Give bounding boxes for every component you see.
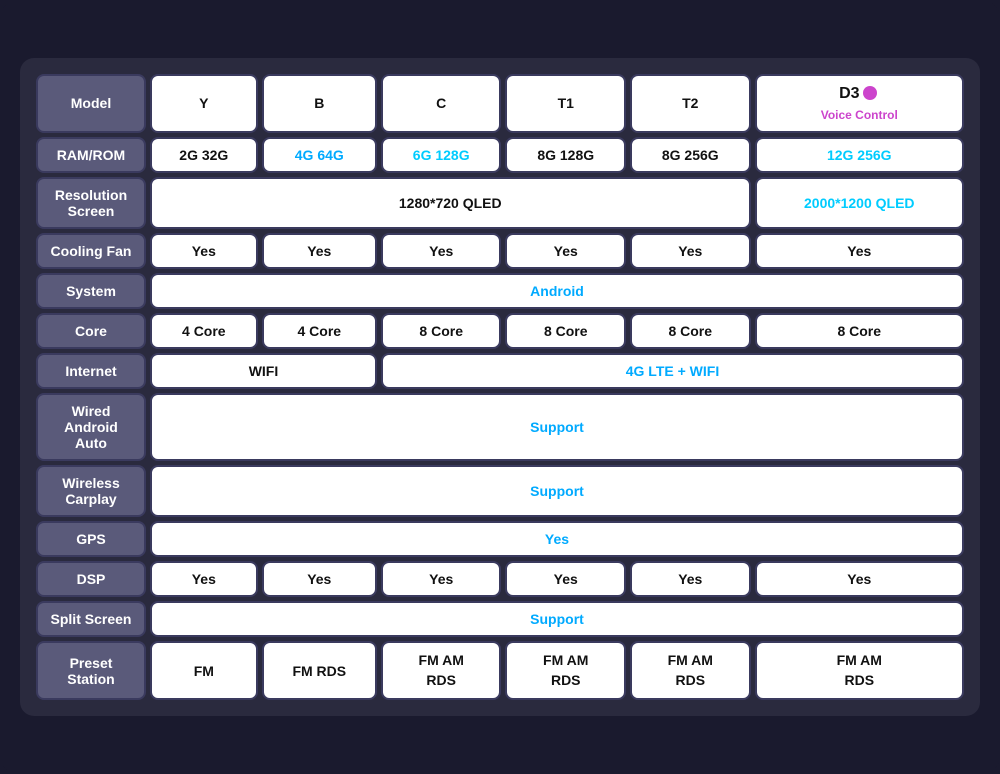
- table-row: DSP Yes Yes Yes Yes Yes Yes: [36, 561, 964, 597]
- cell-cooling-c: Yes: [381, 233, 502, 269]
- cell-dsp-t1: Yes: [505, 561, 626, 597]
- row-label-resolution: Resolution Screen: [36, 177, 146, 229]
- row-label-core: Core: [36, 313, 146, 349]
- voice-control-label: Voice Control: [821, 108, 898, 122]
- table-row: Model Y B C T1 T2 D3 Voice Control: [36, 74, 964, 133]
- cell-model-d3: D3 Voice Control: [755, 74, 964, 133]
- cell-ram-y: 2G 32G: [150, 137, 258, 173]
- cell-wired-auto-all: Support: [150, 393, 964, 461]
- cell-model-b: B: [262, 74, 377, 133]
- cell-core-b: 4 Core: [262, 313, 377, 349]
- cell-resolution-standard: 1280*720 QLED: [150, 177, 751, 229]
- cell-core-y: 4 Core: [150, 313, 258, 349]
- table-row: RAM/ROM 2G 32G 4G 64G 6G 128G 8G 128G 8G…: [36, 137, 964, 173]
- cell-model-t2: T2: [630, 74, 751, 133]
- table-row: Wireless Carplay Support: [36, 465, 964, 517]
- cell-ram-d3: 12G 256G: [755, 137, 964, 173]
- row-label-ram: RAM/ROM: [36, 137, 146, 173]
- cell-gps-all: Yes: [150, 521, 964, 557]
- cell-dsp-y: Yes: [150, 561, 258, 597]
- cell-wireless-carplay-all: Support: [150, 465, 964, 517]
- cell-internet-4g: 4G LTE + WIFI: [381, 353, 964, 389]
- cell-model-t1: T1: [505, 74, 626, 133]
- cell-preset-b: FM RDS: [262, 641, 377, 700]
- cell-model-c: C: [381, 74, 502, 133]
- cell-ram-t1: 8G 128G: [505, 137, 626, 173]
- table-row: Split Screen Support: [36, 601, 964, 637]
- cell-ram-c: 6G 128G: [381, 137, 502, 173]
- resolution-standard-text: 1280*720 QLED: [399, 195, 502, 211]
- cell-dsp-d3: Yes: [755, 561, 964, 597]
- cell-model-y: Y: [150, 74, 258, 133]
- cell-core-c: 8 Core: [381, 313, 502, 349]
- cell-dsp-c: Yes: [381, 561, 502, 597]
- row-label-split-screen: Split Screen: [36, 601, 146, 637]
- cell-preset-t1: FM AM RDS: [505, 641, 626, 700]
- cell-preset-c: FM AM RDS: [381, 641, 502, 700]
- row-label-internet: Internet: [36, 353, 146, 389]
- table-row: Core 4 Core 4 Core 8 Core 8 Core 8 Core …: [36, 313, 964, 349]
- cell-cooling-d3: Yes: [755, 233, 964, 269]
- d3-label: D3: [839, 85, 859, 102]
- cell-cooling-y: Yes: [150, 233, 258, 269]
- row-label-system: System: [36, 273, 146, 309]
- row-label-dsp: DSP: [36, 561, 146, 597]
- cell-ram-t2: 8G 256G: [630, 137, 751, 173]
- cell-preset-t2: FM AM RDS: [630, 641, 751, 700]
- table-row: Internet WIFI 4G LTE + WIFI: [36, 353, 964, 389]
- cell-split-screen-all: Support: [150, 601, 964, 637]
- cell-preset-d3: FM AM RDS: [755, 641, 964, 700]
- row-label-wired-auto: Wired Android Auto: [36, 393, 146, 461]
- row-label-gps: GPS: [36, 521, 146, 557]
- cell-core-d3: 8 Core: [755, 313, 964, 349]
- row-label-wireless-carplay: Wireless Carplay: [36, 465, 146, 517]
- row-label-preset-station: Preset Station: [36, 641, 146, 700]
- table-row: Preset Station FM FM RDS FM AM RDS FM AM…: [36, 641, 964, 700]
- table-row: Wired Android Auto Support: [36, 393, 964, 461]
- cell-preset-y: FM: [150, 641, 258, 700]
- cell-core-t2: 8 Core: [630, 313, 751, 349]
- cell-core-t1: 8 Core: [505, 313, 626, 349]
- cell-dsp-t2: Yes: [630, 561, 751, 597]
- table-wrapper: Model Y B C T1 T2 D3 Voice Control: [20, 58, 980, 717]
- table-row: GPS Yes: [36, 521, 964, 557]
- cell-cooling-b: Yes: [262, 233, 377, 269]
- table-row: Resolution Screen 1280*720 QLED 2000*120…: [36, 177, 964, 229]
- cell-resolution-d3: 2000*1200 QLED: [755, 177, 964, 229]
- voice-icon: [863, 86, 877, 100]
- table-row: Cooling Fan Yes Yes Yes Yes Yes Yes: [36, 233, 964, 269]
- cell-ram-b: 4G 64G: [262, 137, 377, 173]
- cell-dsp-b: Yes: [262, 561, 377, 597]
- cell-cooling-t2: Yes: [630, 233, 751, 269]
- page-container: Model Y B C T1 T2 D3 Voice Control: [0, 0, 1000, 774]
- spec-table: Model Y B C T1 T2 D3 Voice Control: [32, 70, 968, 705]
- table-row: System Android: [36, 273, 964, 309]
- row-label-model: Model: [36, 74, 146, 133]
- cell-internet-wifi: WIFI: [150, 353, 377, 389]
- cell-system-all: Android: [150, 273, 964, 309]
- cell-cooling-t1: Yes: [505, 233, 626, 269]
- row-label-cooling: Cooling Fan: [36, 233, 146, 269]
